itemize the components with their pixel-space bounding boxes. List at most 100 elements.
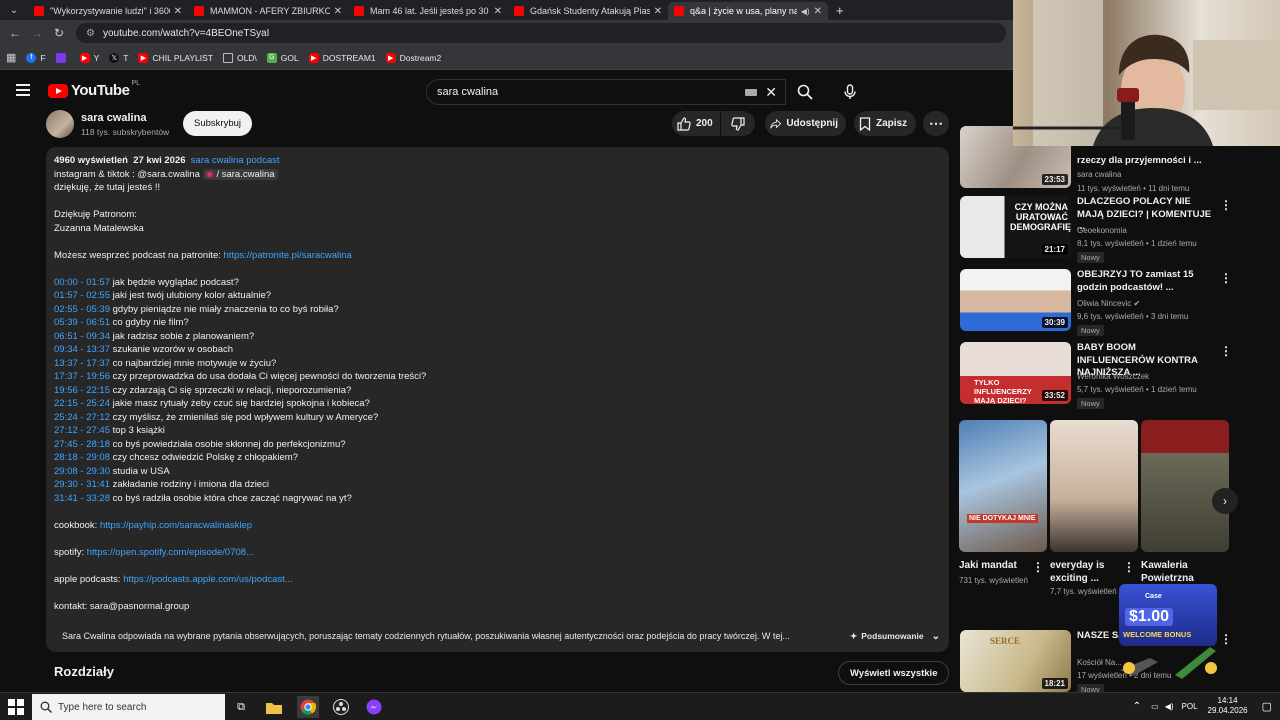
chapter-timestamp-link[interactable]: 29:08 - 29:30 <box>54 466 110 477</box>
recommended-video[interactable]: TYLKO INFLUENCERZY MAJĄ DZIECI? 33:52 BA… <box>958 342 1232 409</box>
new-tab-icon[interactable]: + <box>836 3 844 18</box>
close-tab-icon[interactable]: ✕ <box>654 6 662 17</box>
reload-icon[interactable]: ↻ <box>48 26 70 40</box>
share-button[interactable]: Udostępnij <box>765 111 846 136</box>
bookmark-item[interactable] <box>55 52 70 63</box>
site-info-icon[interactable]: ⚙ <box>86 28 95 39</box>
bookmark-item[interactable]: ▶ DOSTREAM1 <box>308 52 376 63</box>
messenger-icon[interactable] <box>364 697 384 717</box>
spotify-link[interactable]: https://open.spotify.com/episode/0708... <box>87 547 254 558</box>
bookmark-item[interactable]: ▶ CHIL PLAYLIST <box>138 52 213 63</box>
instagram-link[interactable]: ◉ / sara.cwalina <box>202 168 278 180</box>
recommended-video[interactable]: CZY MOŻNA URATOWAĆ DEMOGRAFIĘ? 21:17 DLA… <box>958 196 1232 263</box>
taskbar-search-input[interactable]: Type here to search <box>32 694 225 720</box>
video-channel[interactable]: sara cwalina <box>1077 170 1121 179</box>
more-vertical-icon[interactable]: ⋮ <box>1220 344 1232 358</box>
bookmark-item[interactable]: fF <box>26 52 46 63</box>
forward-icon[interactable]: → <box>26 26 48 40</box>
short-thumbnail[interactable] <box>1050 420 1138 552</box>
browser-tab[interactable]: "Wykorzystywanie ludzi" i 3600 zł ✕ <box>28 2 188 20</box>
show-all-chapters-button[interactable]: Wyświetl wszystkie <box>838 661 950 685</box>
chapter-timestamp-link[interactable]: 05:39 - 06:51 <box>54 317 110 328</box>
video-thumbnail[interactable]: SERCE 18:21 <box>960 630 1071 692</box>
voice-search-button[interactable] <box>836 78 864 106</box>
chrome-icon[interactable] <box>297 696 319 718</box>
chapter-timestamp-link[interactable]: 29:30 - 31:41 <box>54 479 110 490</box>
search-input[interactable]: sara cwalina ✕ <box>426 79 786 105</box>
hashtag-link[interactable]: sara cwalina podcast <box>191 155 280 166</box>
like-button[interactable]: 200 <box>672 111 720 136</box>
clear-search-icon[interactable]: ✕ <box>765 84 777 101</box>
url-field[interactable]: ⚙ youtube.com/watch?v=4BEOneTSyaI <box>76 23 1006 43</box>
description-box[interactable]: 4960 wyświetleń 27 kwi 2026 sara cwalina… <box>46 147 949 652</box>
chapter-timestamp-link[interactable]: 01:57 - 02:55 <box>54 290 110 301</box>
recommended-video[interactable]: 30:39 OBEJRZYJ TO zamiast 15 godzin podc… <box>958 269 1232 336</box>
close-tab-icon[interactable]: ✕ <box>334 6 342 17</box>
video-thumbnail[interactable]: TYLKO INFLUENCERZY MAJĄ DZIECI? 33:52 <box>960 342 1071 404</box>
channel-name[interactable]: sara cwalina <box>81 112 146 124</box>
more-vertical-icon[interactable]: ⋮ <box>1032 560 1044 574</box>
bookmark-item[interactable]: ▶ Y <box>79 52 99 63</box>
search-button[interactable] <box>787 79 823 105</box>
language-indicator[interactable]: POL <box>1182 702 1198 711</box>
chapter-timestamp-link[interactable]: 27:12 - 27:45 <box>54 425 110 436</box>
chapter-timestamp-link[interactable]: 09:34 - 13:37 <box>54 344 110 355</box>
browser-tab[interactable]: MAMMON - AFERY ZBIURKOWE✕ <box>188 2 348 20</box>
chapter-timestamp-link[interactable]: 17:37 - 19:56 <box>54 371 110 382</box>
patronite-link[interactable]: https://patronite.pl/saracwalina <box>224 250 352 261</box>
more-vertical-icon[interactable]: ⋮ <box>1123 560 1135 574</box>
browser-tab[interactable]: Mam 46 lat. Jeśli jesteś po 30 r.ż ✕ <box>348 2 508 20</box>
close-tab-icon[interactable]: ✕ <box>494 6 502 17</box>
casino-ad-overlay[interactable]: Case $1.00 WELCOME BONUS <box>1115 584 1223 680</box>
keyboard-icon[interactable] <box>745 89 757 96</box>
close-tab-icon[interactable]: ✕ <box>174 6 182 17</box>
file-explorer-icon[interactable] <box>264 697 284 717</box>
browser-tab[interactable]: Gdańsk Studenty Atakują Piastów✕ <box>508 2 668 20</box>
youtube-logo[interactable]: YouTube PL <box>48 80 140 99</box>
short-thumbnail[interactable] <box>1141 420 1229 552</box>
close-tab-icon[interactable]: ✕ <box>814 6 822 17</box>
speaker-icon[interactable]: ◀) <box>801 7 810 16</box>
apple-podcasts-link[interactable]: https://podcasts.apple.com/us/podcast... <box>123 574 293 585</box>
tray-chevron-icon[interactable]: ⌃ <box>1133 701 1141 712</box>
save-button[interactable]: Zapisz <box>854 111 916 136</box>
chapter-timestamp-link[interactable]: 00:00 - 01:57 <box>54 277 110 288</box>
chapter-timestamp-link[interactable]: 13:37 - 17:37 <box>54 358 110 369</box>
subscribe-button[interactable]: Subskrybuj <box>183 111 252 136</box>
chapter-timestamp-link[interactable]: 25:24 - 27:12 <box>54 412 110 423</box>
bookmark-item[interactable]: G GOL <box>266 52 299 63</box>
short-thumbnail[interactable]: NIE DOTYKAJ MNIE <box>959 420 1047 552</box>
apps-grid-icon[interactable]: ▦ <box>6 51 16 64</box>
dislike-button[interactable] <box>721 111 755 136</box>
cookbook-link[interactable]: https://payhip.com/saracwalinasklep <box>100 520 252 531</box>
tab-search-icon[interactable]: ⌄ <box>0 0 28 20</box>
chapter-timestamp-link[interactable]: 19:56 - 22:15 <box>54 385 110 396</box>
windows-start-icon[interactable] <box>8 699 24 715</box>
chapter-timestamp-link[interactable]: 31:41 - 33:28 <box>54 493 110 504</box>
task-view-icon[interactable]: ⧉ <box>231 697 251 717</box>
more-actions-button[interactable]: ⋯ <box>923 111 949 136</box>
chapter-timestamp-link[interactable]: 28:18 - 29:08 <box>54 452 110 463</box>
video-thumbnail[interactable]: CZY MOŻNA URATOWAĆ DEMOGRAFIĘ? 21:17 <box>960 196 1071 258</box>
channel-avatar[interactable] <box>46 110 74 138</box>
more-vertical-icon[interactable]: ⋮ <box>1220 198 1232 212</box>
more-vertical-icon[interactable]: ⋮ <box>1220 271 1232 285</box>
notification-icon[interactable]: ▢ <box>1262 700 1272 713</box>
video-thumbnail[interactable]: 30:39 <box>960 269 1071 331</box>
menu-icon[interactable] <box>16 84 30 99</box>
bookmark-folder[interactable]: OLD\ <box>222 52 257 63</box>
obs-icon[interactable] <box>331 697 351 717</box>
chapter-timestamp-link[interactable]: 27:45 - 28:18 <box>54 439 110 450</box>
chapter-timestamp-link[interactable]: 02:55 - 05:39 <box>54 304 110 315</box>
back-icon[interactable]: ← <box>4 26 26 40</box>
volume-icon[interactable]: ◀) <box>1165 702 1174 711</box>
chapter-timestamp-link[interactable]: 06:51 - 09:34 <box>54 331 110 342</box>
bookmark-item[interactable]: ▶ Dostream2 <box>385 52 441 63</box>
network-icon[interactable]: ▭ <box>1151 702 1159 711</box>
browser-tab-active[interactable]: q&a | życie w usa, plany na ◀) ✕ <box>668 2 828 20</box>
chapter-timestamp-link[interactable]: 22:15 - 25:24 <box>54 398 110 409</box>
summary-button[interactable]: ✦ Podsumowanie ⌄ <box>850 631 940 642</box>
clock[interactable]: 14:14 29.04.2026 <box>1208 696 1248 716</box>
bookmark-item[interactable]: 𝕏T <box>109 52 128 63</box>
chevron-right-icon[interactable]: › <box>1212 488 1238 514</box>
